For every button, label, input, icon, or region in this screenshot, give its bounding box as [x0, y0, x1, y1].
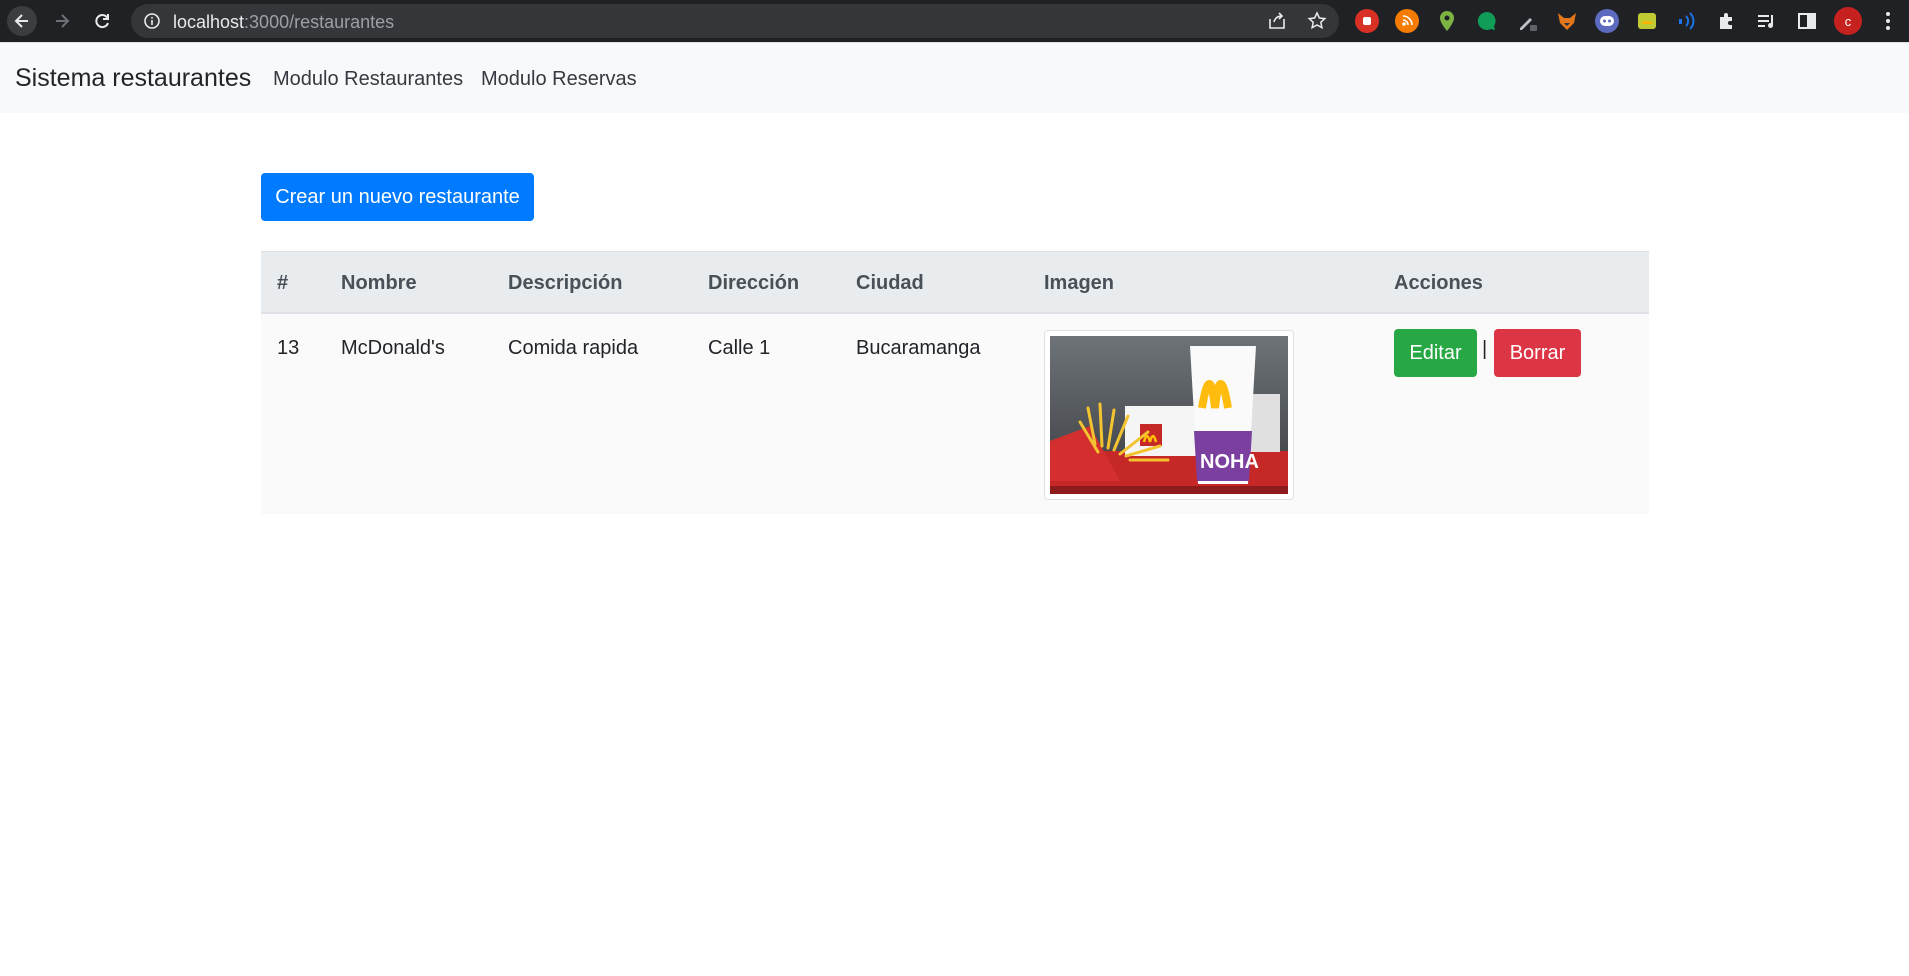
column-header-descripcion: Descripción: [508, 272, 623, 294]
url-path: :3000/restaurantes: [244, 12, 395, 32]
column-header-ciudad: Ciudad: [856, 272, 924, 294]
url-text: localhost:3000/restaurantes: [173, 12, 394, 33]
extension-fox-icon[interactable]: [1555, 9, 1579, 33]
extension-rss-icon[interactable]: [1395, 9, 1419, 33]
column-header-imagen: Imagen: [1044, 272, 1115, 294]
extension-pen-icon[interactable]: [1515, 9, 1539, 33]
extensions-puzzle-icon[interactable]: [1715, 9, 1739, 33]
cell-direccion: Calle 1: [708, 337, 771, 359]
column-header-id: #: [277, 272, 289, 294]
browser-menu-icon[interactable]: [1878, 10, 1898, 32]
restaurant-image: NOHA: [1044, 330, 1294, 500]
extension-sound-icon[interactable]: [1675, 9, 1699, 33]
navbar-brand[interactable]: Sistema restaurantes: [15, 64, 251, 93]
profile-avatar[interactable]: c: [1834, 7, 1862, 35]
svg-text:NOHA: NOHA: [1200, 451, 1259, 473]
forward-arrow-icon[interactable]: [47, 6, 77, 36]
browser-toolbar: localhost:3000/restaurantes c: [0, 0, 1909, 42]
side-panel-icon[interactable]: [1795, 9, 1819, 33]
info-icon[interactable]: [143, 12, 161, 30]
share-icon[interactable]: [1267, 11, 1287, 31]
cell-id: 13: [277, 337, 300, 359]
nav-link-reservas[interactable]: Modulo Reservas: [481, 68, 637, 91]
cell-nombre: McDonald's: [341, 337, 445, 359]
table-header: # Nombre Descripción Dirección Ciudad Im…: [261, 251, 1649, 314]
delete-button[interactable]: Borrar: [1494, 329, 1581, 377]
address-bar[interactable]: localhost:3000/restaurantes: [131, 4, 1339, 38]
edit-button[interactable]: Editar: [1394, 329, 1477, 377]
column-header-acciones: Acciones: [1394, 272, 1483, 294]
table-row: 13 McDonald's Comida rapida Calle 1 Buca…: [261, 314, 1649, 514]
mcdonalds-meal-image: NOHA: [1050, 336, 1288, 494]
extension-sun-icon[interactable]: [1635, 9, 1659, 33]
bookmark-star-icon[interactable]: [1307, 11, 1327, 31]
cell-ciudad: Bucaramanga: [856, 337, 981, 359]
column-header-direccion: Dirección: [708, 272, 800, 294]
cell-descripcion: Comida rapida: [508, 337, 639, 359]
extension-robot-icon[interactable]: [1595, 9, 1619, 33]
extension-location-icon[interactable]: [1435, 9, 1459, 33]
media-queue-icon[interactable]: [1755, 9, 1779, 33]
extension-stop-icon[interactable]: [1355, 9, 1379, 33]
create-restaurant-button[interactable]: Crear un nuevo restaurante: [261, 173, 534, 221]
action-separator: |: [1482, 338, 1488, 360]
app-navbar: Sistema restaurantes Modulo Restaurantes…: [0, 42, 1909, 113]
url-host: localhost: [173, 12, 245, 32]
back-arrow-icon[interactable]: [7, 6, 37, 36]
nav-link-restaurantes[interactable]: Modulo Restaurantes: [273, 68, 463, 91]
column-header-nombre: Nombre: [341, 272, 417, 294]
restaurants-table: # Nombre Descripción Dirección Ciudad Im…: [261, 251, 1649, 514]
extension-chat-icon[interactable]: [1475, 9, 1499, 33]
reload-icon[interactable]: [87, 6, 117, 36]
